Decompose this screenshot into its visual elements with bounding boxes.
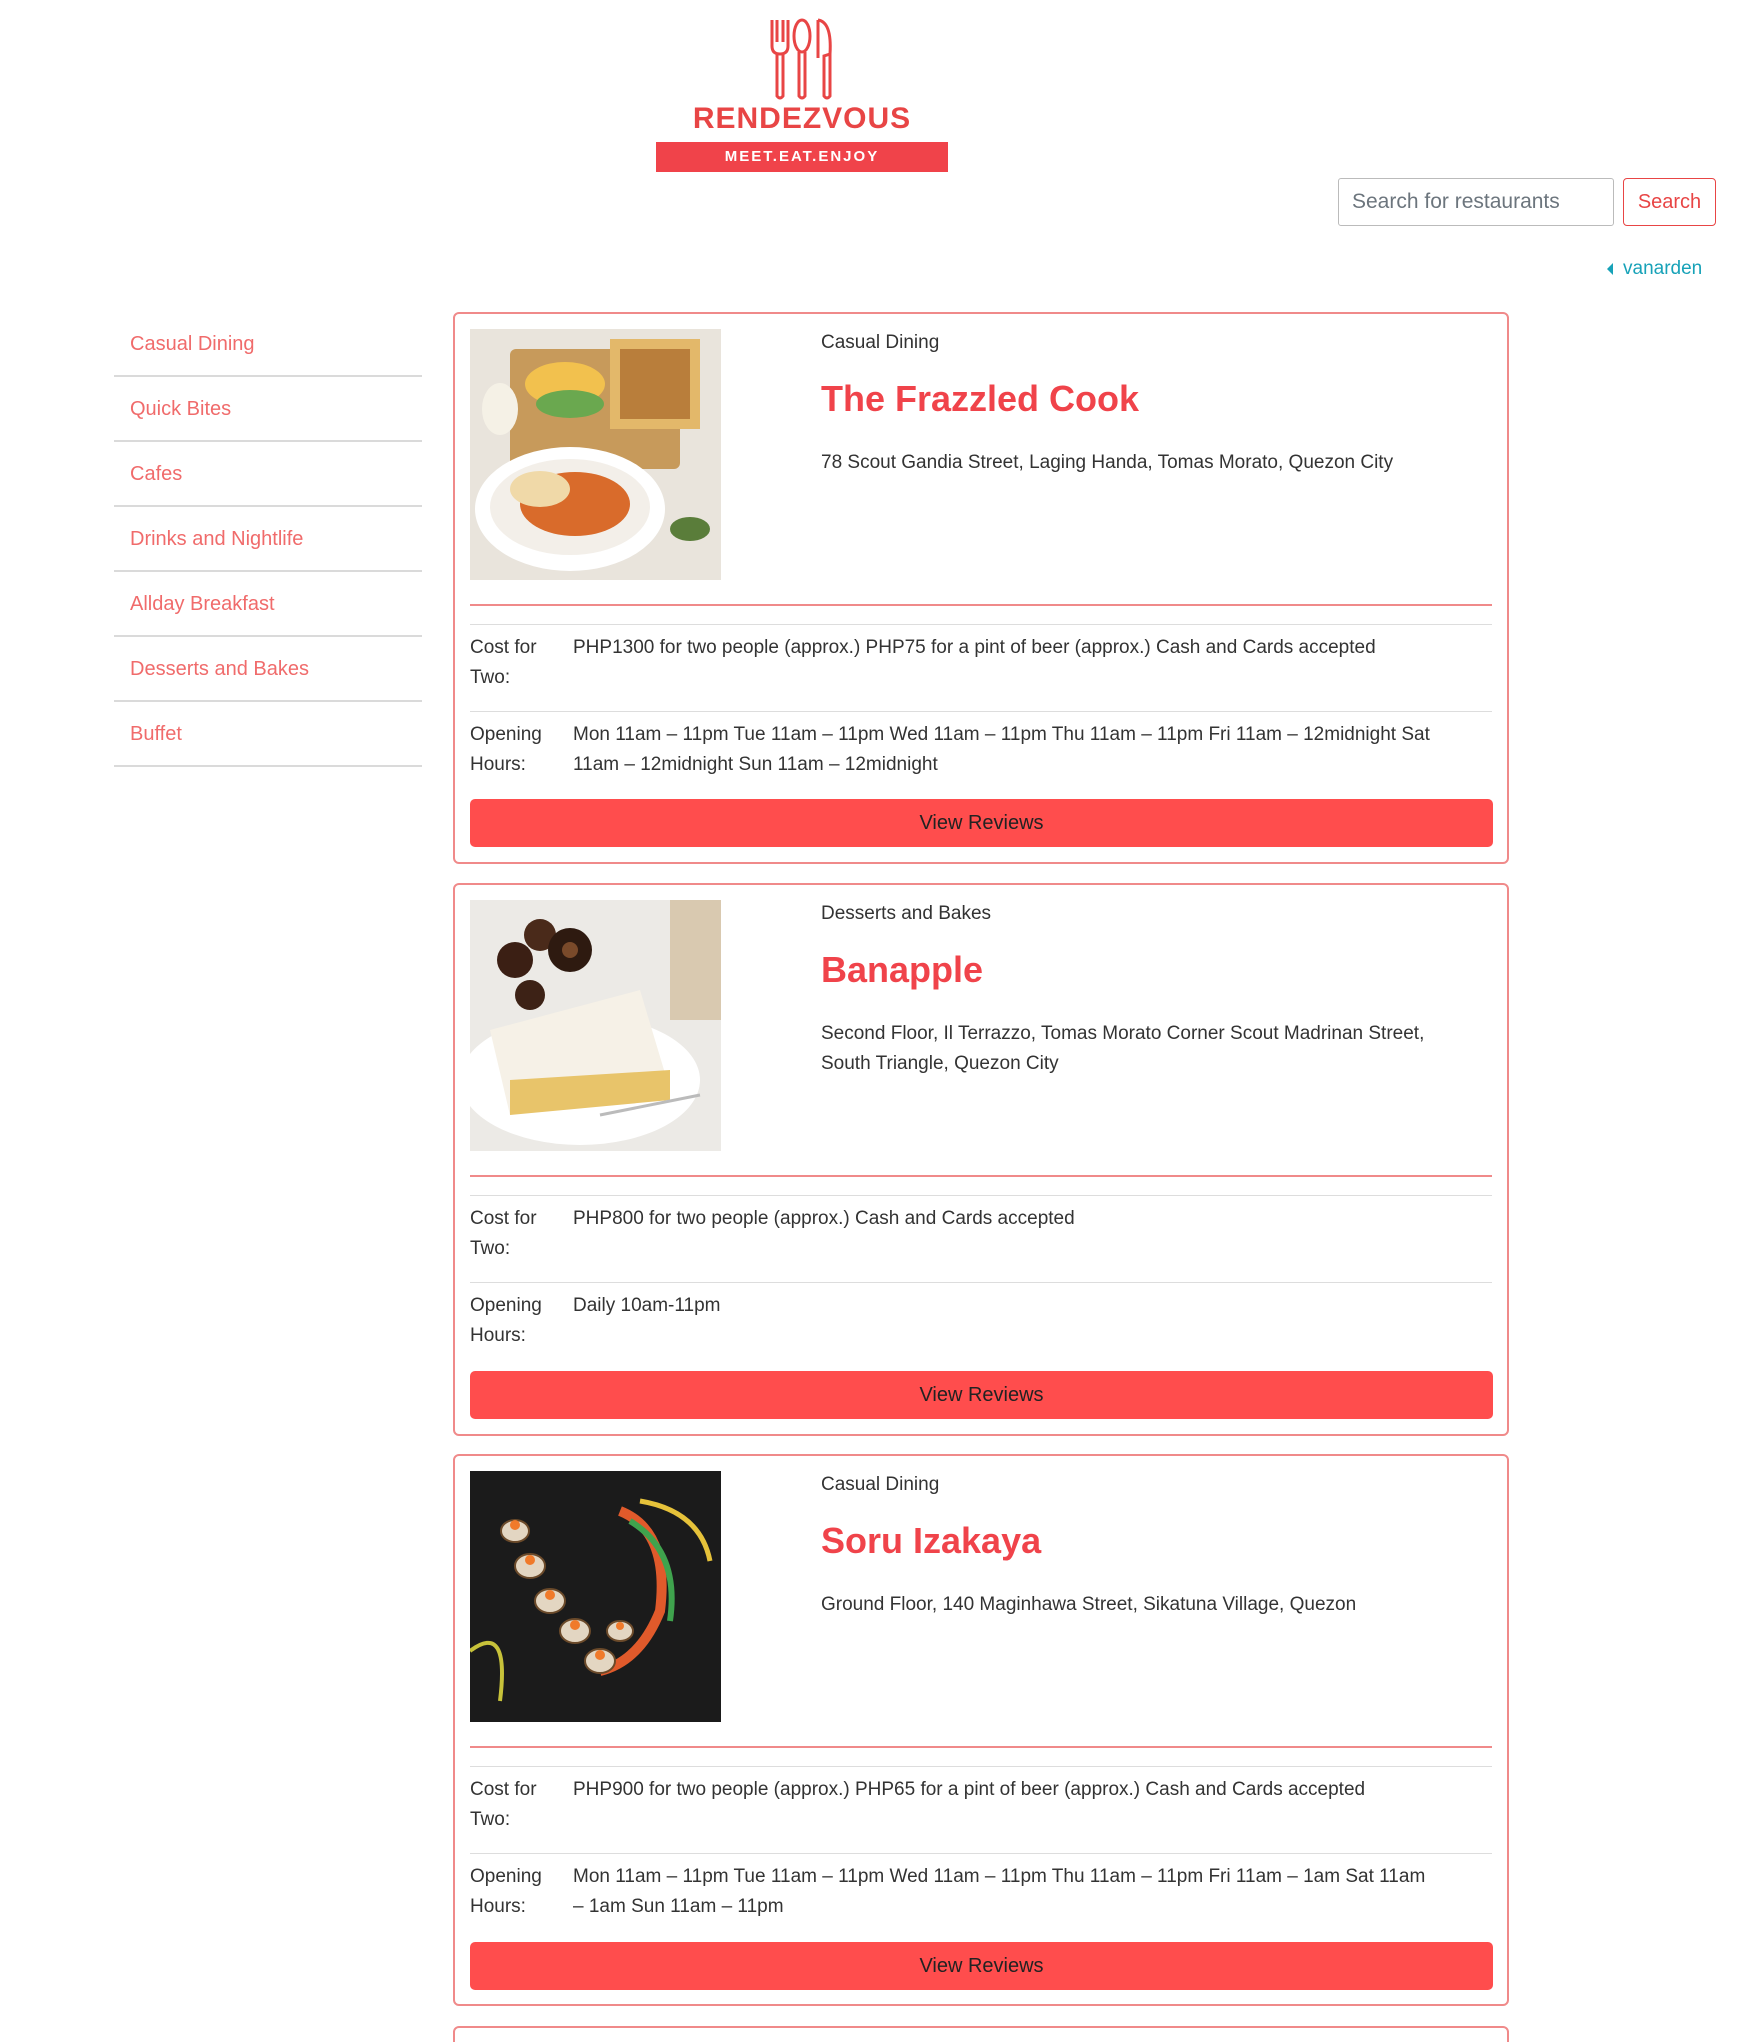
cutlery-icon <box>770 18 832 100</box>
restaurant-address: Second Floor, Il Terrazzo, Tomas Morato … <box>821 1023 1425 1074</box>
hours-label: Opening Hours: <box>470 1295 542 1346</box>
user-menu-link[interactable]: vanarden <box>1607 258 1702 280</box>
cost-row: Cost for Two: PHP800 for two people (app… <box>470 1195 1492 1282</box>
caret-left-icon <box>1607 263 1613 275</box>
username: vanarden <box>1623 258 1703 279</box>
hours-row: Opening Hours: Mon 11am – 11pm Tue 11am … <box>470 711 1492 797</box>
restaurant-address: 78 Scout Gandia Street, Laging Handa, To… <box>821 452 1394 473</box>
restaurant-category: Casual Dining <box>821 1474 940 1495</box>
divider <box>470 604 1492 606</box>
hours-row: Opening Hours: Mon 11am – 11pm Tue 11am … <box>470 1853 1492 1939</box>
sidebar-item-casual-dining[interactable]: Casual Dining <box>114 312 422 377</box>
brand-logo[interactable]: RENDEZVOUS MEET.EAT.ENJOY <box>656 18 948 174</box>
view-reviews-button[interactable]: View Reviews <box>470 1942 1493 1990</box>
cost-row: Cost for Two: PHP900 for two people (app… <box>470 1766 1492 1853</box>
restaurant-category: Casual Dining <box>821 332 940 353</box>
restaurant-name: The Frazzled Cook <box>821 378 1140 419</box>
sidebar-item-cafes[interactable]: Cafes <box>114 442 422 507</box>
cost-value: PHP800 for two people (approx.) Cash and… <box>573 1208 1075 1229</box>
restaurant-photo <box>470 329 721 580</box>
category-sidebar: Casual Dining Quick Bites Cafes Drinks a… <box>114 312 422 767</box>
cost-value: PHP1300 for two people (approx.) PHP75 f… <box>573 637 1376 658</box>
cost-label: Cost for Two: <box>470 1779 537 1830</box>
view-reviews-button[interactable]: View Reviews <box>470 799 1493 847</box>
sidebar-item-allday-breakfast[interactable]: Allday Breakfast <box>114 572 422 637</box>
divider <box>470 1175 1492 1177</box>
sidebar-item-desserts-and-bakes[interactable]: Desserts and Bakes <box>114 637 422 702</box>
restaurant-photo <box>470 900 721 1151</box>
brand-name: RENDEZVOUS <box>692 102 912 135</box>
sidebar-item-buffet[interactable]: Buffet <box>114 702 422 767</box>
cost-row: Cost for Two: PHP1300 for two people (ap… <box>470 624 1492 711</box>
sidebar-item-drinks-and-nightlife[interactable]: Drinks and Nightlife <box>114 507 422 572</box>
restaurant-card <box>453 2026 1509 2042</box>
search-button[interactable]: Search <box>1623 178 1716 226</box>
hours-row: Opening Hours: Daily 10am-11pm <box>470 1282 1492 1368</box>
hours-value: Daily 10am-11pm <box>573 1295 721 1316</box>
brand-tagline: MEET.EAT.ENJOY <box>656 142 948 172</box>
view-reviews-button[interactable]: View Reviews <box>470 1371 1493 1419</box>
restaurant-card: Desserts and Bakes Banapple Second Floor… <box>453 883 1509 1436</box>
restaurant-photo <box>470 1471 721 1722</box>
hours-label: Opening Hours: <box>470 1866 542 1917</box>
restaurant-category: Desserts and Bakes <box>821 903 992 924</box>
hours-value: Mon 11am – 11pm Tue 11am – 11pm Wed 11am… <box>573 724 1430 775</box>
restaurant-card: Casual Dining Soru Izakaya Ground Floor,… <box>453 1454 1509 2006</box>
restaurant-name: Banapple <box>821 949 984 990</box>
hours-label: Opening Hours: <box>470 724 542 775</box>
restaurant-address: Ground Floor, 140 Maginhawa Street, Sika… <box>821 1594 1357 1615</box>
cost-label: Cost for Two: <box>470 1208 537 1259</box>
hours-value: Mon 11am – 11pm Tue 11am – 11pm Wed 11am… <box>573 1866 1426 1917</box>
cost-value: PHP900 for two people (approx.) PHP65 fo… <box>573 1779 1366 1800</box>
sidebar-item-quick-bites[interactable]: Quick Bites <box>114 377 422 442</box>
restaurant-card: Casual Dining The Frazzled Cook 78 Scout… <box>453 312 1509 864</box>
search-input[interactable] <box>1338 178 1614 226</box>
divider <box>470 1746 1492 1748</box>
restaurant-name: Soru Izakaya <box>821 1520 1042 1561</box>
cost-label: Cost for Two: <box>470 637 537 688</box>
